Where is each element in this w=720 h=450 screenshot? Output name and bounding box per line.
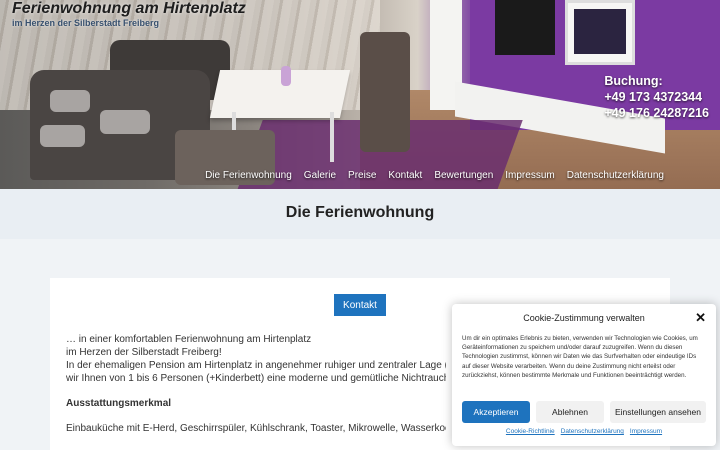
page-title: Die Ferienwohnung xyxy=(285,204,435,221)
kontakt-button[interactable]: Kontakt xyxy=(334,294,386,316)
cookie-accept-button[interactable]: Akzeptieren xyxy=(462,401,530,423)
site-subtitle: im Herzen der Silberstadt Freiberg xyxy=(12,18,160,28)
header-photo-table xyxy=(209,70,351,118)
intro-line-2: im Herzen der Silberstadt Freiberg! xyxy=(66,347,222,358)
imprint-link[interactable]: Impressum xyxy=(630,428,662,435)
nav-item-impressum[interactable]: Impressum xyxy=(505,170,554,181)
header-photo-vase xyxy=(281,66,291,86)
booking-info: Buchung: +49 173 4372344 +49 176 2428721… xyxy=(604,73,709,121)
nav-item-ferienwohnung[interactable]: Die Ferienwohnung xyxy=(205,170,292,181)
cookie-title: Cookie-Zustimmung verwalten xyxy=(523,313,645,323)
nav-item-preise[interactable]: Preise xyxy=(348,170,376,181)
features-line: Einbauküche mit E-Herd, Geschirrspüler, … xyxy=(66,423,446,434)
cookie-consent-dialog: Cookie-Zustimmung verwalten ✕ Um dir ein… xyxy=(452,304,716,446)
section-heading: Ausstattungsmerkmal xyxy=(66,398,172,409)
booking-phone-1[interactable]: +49 173 4372344 xyxy=(604,89,709,105)
intro-line-1: … in einer komfortablen Ferienwohnung am… xyxy=(66,334,312,345)
header-photo-tv xyxy=(495,0,555,55)
booking-label: Buchung: xyxy=(604,74,663,88)
header-photo-cabinet xyxy=(565,0,635,65)
intro-line-3: In der ehemaligen Pension am Hirtenplatz… xyxy=(66,360,446,371)
nav-item-galerie[interactable]: Galerie xyxy=(304,170,336,181)
close-icon[interactable]: ✕ xyxy=(695,310,706,326)
cookie-policy-link[interactable]: Cookie-Richtlinie xyxy=(506,428,555,435)
cookie-preferences-button[interactable]: Einstellungen ansehen xyxy=(610,401,706,423)
nav-item-datenschutz[interactable]: Datenschutzerklärung xyxy=(567,170,664,181)
cookie-text: Um dir ein optimales Erlebnis zu bieten,… xyxy=(462,335,698,379)
main-nav: Die Ferienwohnung Galerie Preise Kontakt… xyxy=(205,170,664,181)
nav-item-kontakt[interactable]: Kontakt xyxy=(388,170,422,181)
page-text: … in einer komfortablen Ferienwohnung am… xyxy=(66,333,446,435)
intro-line-4: wir Ihnen von 1 bis 6 Personen (+Kinderb… xyxy=(66,373,446,384)
site-title[interactable]: Ferienwohnung am Hirtenplatz xyxy=(12,0,246,18)
cookie-links: Cookie-Richtlinie Datenschutzerklärung I… xyxy=(452,428,716,435)
header-banner: Ferienwohnung am Hirtenplatz im Herzen d… xyxy=(0,0,720,189)
nav-item-bewertungen[interactable]: Bewertungen xyxy=(434,170,493,181)
booking-phone-2[interactable]: +49 176 24287216 xyxy=(604,105,709,121)
privacy-policy-link[interactable]: Datenschutzerklärung xyxy=(561,428,624,435)
header-photo-chair xyxy=(360,32,410,152)
cookie-deny-button[interactable]: Ablehnen xyxy=(536,401,604,423)
